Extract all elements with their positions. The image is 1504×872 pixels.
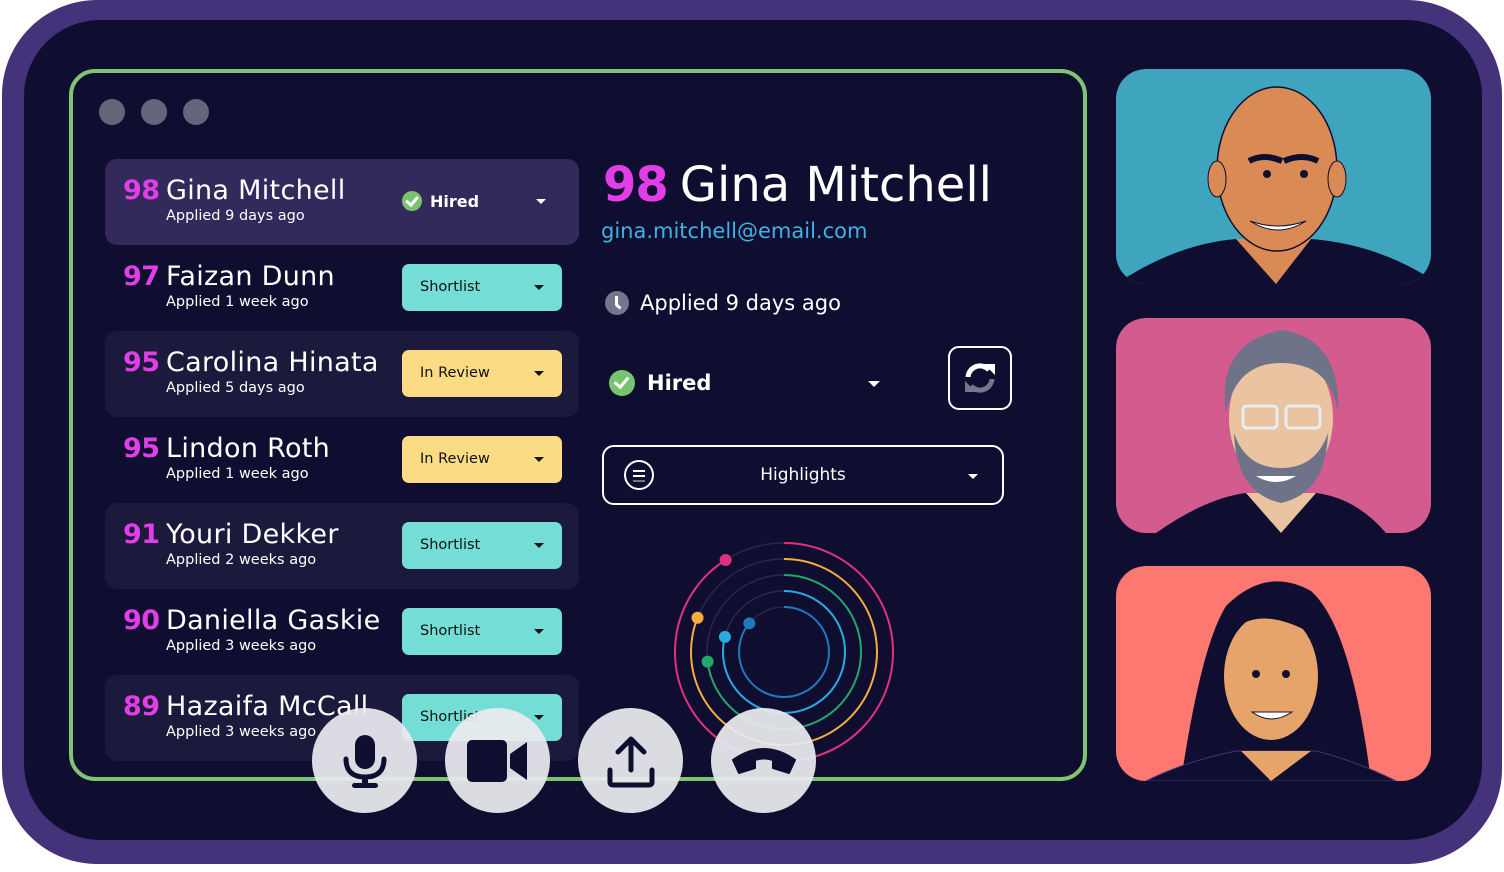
hang-up-icon bbox=[731, 747, 796, 774]
detail-email-link[interactable]: gina.mitchell@email.com bbox=[601, 219, 867, 243]
end-call-button[interactable] bbox=[711, 708, 816, 813]
check-circle-icon bbox=[402, 190, 422, 211]
chevron-down-icon bbox=[534, 285, 544, 290]
chevron-down-icon bbox=[534, 543, 544, 548]
candidate-name: Faizan Dunn bbox=[166, 261, 335, 292]
candidate-applied: Applied 1 week ago bbox=[166, 466, 309, 482]
detail-status-dropdown[interactable]: Hired bbox=[609, 365, 880, 401]
highlights-label: Highlights bbox=[760, 465, 846, 485]
status-label: Shortlist bbox=[420, 279, 481, 295]
candidate-applied: Applied 1 week ago bbox=[166, 294, 309, 310]
ring-green-arc bbox=[706, 574, 862, 730]
chevron-down-icon bbox=[968, 474, 978, 479]
candidate-applied: Applied 5 days ago bbox=[166, 380, 305, 396]
check-circle-icon bbox=[609, 370, 635, 396]
candidate-score: 89 bbox=[123, 691, 160, 722]
avatar-bald-man bbox=[1116, 86, 1431, 284]
detail-applied-text: Applied 9 days ago bbox=[640, 291, 841, 315]
candidate-row[interactable]: 97 Faizan Dunn Applied 1 week ago Shortlist bbox=[105, 245, 579, 331]
candidate-score: 98 bbox=[123, 175, 160, 206]
avatar-woman bbox=[1145, 581, 1397, 781]
call-controls bbox=[312, 708, 816, 813]
status-label: In Review bbox=[420, 365, 490, 381]
candidate-name: Lindon Roth bbox=[166, 433, 331, 464]
ring-green-dot bbox=[701, 655, 714, 668]
microphone-icon bbox=[343, 734, 386, 788]
candidate-row[interactable]: 91 Youri Dekker Applied 2 weeks ago Shortli… bbox=[105, 503, 579, 589]
status-dropdown[interactable]: In Review bbox=[402, 436, 562, 483]
camera-button[interactable] bbox=[445, 708, 550, 813]
detail-score: 98 bbox=[603, 157, 669, 213]
candidate-name: Daniella Gaskie bbox=[166, 605, 381, 636]
detail-applied: Applied 9 days ago bbox=[605, 291, 841, 315]
candidate-score: 90 bbox=[123, 605, 160, 636]
app-window: 98 Gina Mitchell Applied 9 days ago Hired 97… bbox=[69, 69, 1087, 781]
candidate-applied: Applied 3 weeks ago bbox=[166, 724, 317, 740]
chevron-down-icon bbox=[536, 199, 546, 204]
detail-name: Gina Mitchell bbox=[679, 157, 993, 213]
window-dot-icon[interactable] bbox=[141, 99, 167, 125]
detail-title: 98 Gina Mitchell bbox=[603, 157, 992, 213]
ring-lightblue-dot bbox=[718, 630, 731, 643]
ring-orange-dot bbox=[691, 611, 704, 624]
participant-video-2[interactable] bbox=[1116, 318, 1431, 533]
refresh-icon bbox=[965, 363, 995, 393]
upload-icon bbox=[607, 736, 654, 787]
refresh-button[interactable] bbox=[948, 346, 1012, 410]
participant-video-1[interactable] bbox=[1116, 69, 1431, 284]
candidate-applied: Applied 9 days ago bbox=[166, 208, 305, 224]
candidate-applied: Applied 3 weeks ago bbox=[166, 638, 317, 654]
candidate-row[interactable]: 98 Gina Mitchell Applied 9 days ago Hired bbox=[105, 159, 579, 245]
window-dot-icon[interactable] bbox=[99, 99, 125, 125]
window-dot-icon[interactable] bbox=[183, 99, 209, 125]
highlights-dropdown[interactable]: Highlights bbox=[602, 445, 1004, 505]
chevron-down-icon bbox=[534, 629, 544, 634]
candidate-score: 91 bbox=[123, 519, 160, 550]
candidate-list: 98 Gina Mitchell Applied 9 days ago Hired 97… bbox=[105, 159, 579, 761]
candidate-applied: Applied 2 weeks ago bbox=[166, 552, 317, 568]
window-controls bbox=[99, 99, 209, 125]
video-camera-icon bbox=[466, 739, 527, 782]
candidate-row[interactable]: 95 Carolina Hinata Applied 5 days ago In Re… bbox=[105, 331, 579, 417]
candidate-score: 95 bbox=[123, 433, 160, 464]
chevron-down-icon bbox=[534, 371, 544, 376]
candidate-score: 97 bbox=[123, 261, 160, 292]
status-dropdown[interactable]: Shortlist bbox=[402, 264, 562, 311]
status-label: Hired bbox=[430, 192, 480, 211]
chevron-down-icon bbox=[868, 381, 880, 387]
avatar-bearded-man bbox=[1156, 330, 1386, 533]
share-screen-button[interactable] bbox=[578, 708, 683, 813]
status-dropdown[interactable]: Shortlist bbox=[402, 522, 562, 569]
status-dropdown[interactable]: Hired bbox=[402, 178, 562, 225]
clock-icon bbox=[605, 291, 629, 315]
status-label: Shortlist bbox=[420, 537, 481, 553]
chevron-down-icon bbox=[534, 457, 544, 462]
ring-blue-dot bbox=[743, 617, 756, 630]
status-dropdown[interactable]: Shortlist bbox=[402, 608, 562, 655]
ring-pink-dot bbox=[719, 553, 732, 566]
candidate-name: Gina Mitchell bbox=[166, 175, 346, 206]
candidate-score: 95 bbox=[123, 347, 160, 378]
status-label: In Review bbox=[420, 451, 490, 467]
status-label: Shortlist bbox=[420, 623, 481, 639]
candidate-name: Carolina Hinata bbox=[166, 347, 379, 378]
candidate-name: Youri Dekker bbox=[166, 519, 339, 550]
candidate-row[interactable]: 90 Daniella Gaskie Applied 3 weeks ago Shor… bbox=[105, 589, 579, 675]
microphone-button[interactable] bbox=[312, 708, 417, 813]
status-dropdown[interactable]: In Review bbox=[402, 350, 562, 397]
candidate-row[interactable]: 95 Lindon Roth Applied 1 week ago In Review bbox=[105, 417, 579, 503]
participant-video-3[interactable] bbox=[1116, 566, 1431, 781]
detail-status-label: Hired bbox=[647, 371, 712, 395]
